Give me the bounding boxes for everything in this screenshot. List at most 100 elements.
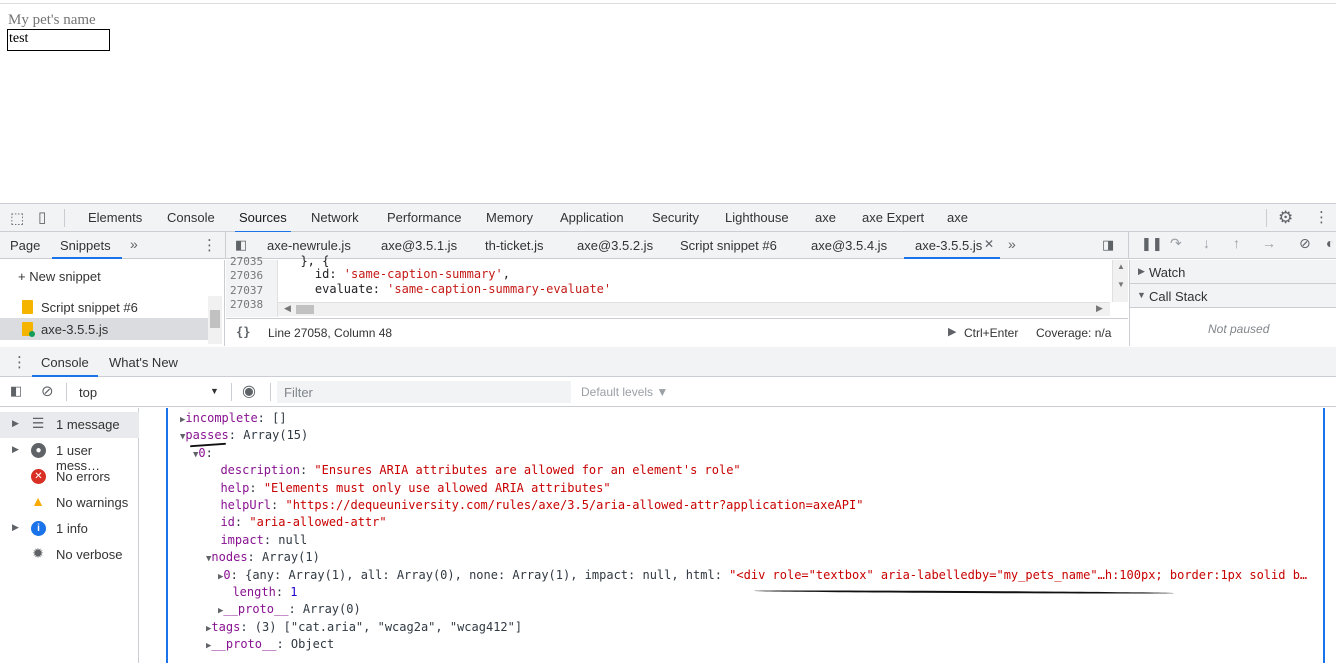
tab-elements[interactable]: Elements [88, 210, 142, 225]
divider [231, 383, 232, 401]
tab-performance[interactable]: Performance [387, 210, 461, 225]
context-selector[interactable]: top ▼ [70, 381, 224, 403]
sidebar-filter-bug[interactable]: ✹ No verbose [0, 542, 139, 568]
call-stack-section[interactable]: ▼ Call Stack [1130, 284, 1336, 308]
toggle-navigator-icon[interactable]: ◧ [235, 237, 247, 253]
close-tab-icon[interactable]: ✕ [984, 237, 994, 251]
code-line: id: 'same-caption-summary', [286, 267, 510, 281]
nav-tab-snippets[interactable]: Snippets [60, 238, 111, 253]
nav-tab-page[interactable]: Page [10, 238, 40, 253]
console-object-property[interactable]: ▶tags: (3) ["cat.aria", "wcag2a", "wcag4… [206, 620, 522, 637]
new-snippet-button[interactable]: + New snippet [18, 269, 101, 284]
console-object-property[interactable]: ▼nodes: Array(1) [206, 550, 320, 567]
snippet-item-script-6[interactable]: Script snippet #6 [0, 296, 208, 318]
scroll-down-icon[interactable]: ▼ [1117, 280, 1125, 289]
bug-icon: ✹ [32, 545, 44, 561]
settings-gear-icon[interactable]: ⚙ [1278, 208, 1293, 228]
sidebar-filter-info[interactable]: ▶ i 1 info [0, 516, 139, 542]
tab-sources[interactable]: Sources [235, 210, 291, 233]
expand-arrow-icon[interactable]: ▶ [12, 522, 19, 533]
drawer-menu-icon[interactable]: ⋮ [12, 353, 27, 371]
console-object-property[interactable]: ▶0: {any: Array(1), all: Array(0), none:… [218, 568, 1307, 585]
toggle-debugger-icon[interactable]: ◨ [1102, 237, 1114, 253]
sidebar-filter-warning[interactable]: ▲ No warnings [0, 490, 139, 516]
file-tab-axe-355[interactable]: axe-3.5.5.js [915, 238, 982, 253]
code-editor[interactable]: 27035 27036 27037 27038 }, { id: 'same-c… [226, 254, 1128, 317]
tab-security[interactable]: Security [652, 210, 699, 225]
divider [66, 383, 67, 401]
html-snippet-value: "<div role="textbox" aria-labelledby="my… [729, 567, 1308, 582]
property-key: id [220, 515, 235, 530]
expand-arrow-icon[interactable]: ▶ [12, 418, 19, 429]
watch-label: Watch [1149, 265, 1186, 280]
filter-input[interactable]: Filter [277, 381, 571, 403]
tab-network[interactable]: Network [311, 210, 359, 225]
navigator-scrollbar[interactable] [208, 296, 222, 344]
file-tab-axe-351[interactable]: axe@3.5.1.js [381, 238, 457, 253]
inspect-element-icon[interactable]: ⬚ [10, 209, 24, 227]
editor-vertical-scrollbar[interactable]: ▲ ▼ [1112, 260, 1128, 302]
property-key: __proto__ [211, 637, 277, 652]
scroll-left-icon[interactable]: ◀ [284, 303, 291, 314]
device-toolbar-icon[interactable]: ▯ [38, 208, 46, 226]
pet-name-textbox[interactable]: test [7, 29, 110, 51]
snippet-item-axe-355[interactable]: axe-3.5.5.js [0, 318, 208, 340]
console-object-property[interactable]: ▼0: [193, 446, 220, 463]
drawer-tab-console[interactable]: Console [41, 355, 89, 370]
pretty-print-icon[interactable]: {} [236, 325, 250, 339]
more-files-chevron-icon[interactable]: » [1008, 236, 1016, 252]
clear-console-icon[interactable]: ⊘ [41, 382, 54, 400]
live-expression-eye-icon[interactable]: ◉ [242, 381, 256, 401]
toggle-sidebar-icon[interactable]: ◧ [10, 383, 22, 399]
step-icon[interactable]: → [1262, 235, 1276, 251]
sidebar-filter-user[interactable]: ▶ ● 1 user mess… [0, 438, 139, 473]
step-into-icon[interactable]: ↓ [1203, 235, 1210, 251]
run-shortcut: Ctrl+Enter [964, 326, 1019, 340]
scrollbar-thumb[interactable] [296, 305, 314, 314]
file-tab-script-snippet[interactable]: Script snippet #6 [680, 238, 777, 253]
expand-arrow-icon[interactable]: ▶ [12, 444, 19, 455]
more-tabs-chevron-icon[interactable]: » [130, 236, 138, 252]
filter-placeholder: Filter [284, 385, 313, 400]
pet-name-label: My pet's name [8, 12, 96, 28]
step-over-icon[interactable]: ↷ [1170, 235, 1182, 252]
property-key: description [220, 463, 300, 478]
navigator-menu-icon[interactable]: ⋮ [202, 236, 217, 254]
scroll-right-icon[interactable]: ▶ [1096, 303, 1103, 314]
file-tab-axe-354[interactable]: axe@3.5.4.js [811, 238, 887, 253]
tab-application[interactable]: Application [560, 210, 624, 225]
tab-lighthouse[interactable]: Lighthouse [725, 210, 789, 225]
tab-axe-expert[interactable]: axe Expert [862, 210, 924, 225]
tab-axe-2[interactable]: axe [947, 210, 968, 225]
console-object-property[interactable]: ▶incomplete: [] [180, 411, 287, 428]
scrollbar-thumb[interactable] [210, 310, 220, 328]
pause-icon[interactable]: ❚❚ [1141, 236, 1163, 252]
property-key: help [220, 480, 250, 495]
deactivate-breakpoints-icon[interactable]: ⊘ [1299, 235, 1311, 252]
file-tab-axe-newrule[interactable]: axe-newrule.js [267, 238, 351, 253]
sidebar-filter-list[interactable]: ▶ ☰ 1 message [0, 412, 139, 438]
console-object-property[interactable]: ▶__proto__: Object [206, 637, 334, 654]
pause-on-exceptions-icon[interactable]: ◐ [1326, 235, 1334, 251]
file-tab-axe-352[interactable]: axe@3.5.2.js [577, 238, 653, 253]
step-out-icon[interactable]: ↑ [1233, 235, 1240, 251]
drawer-tab-whats-new[interactable]: What's New [109, 355, 178, 370]
watch-section[interactable]: ▶ Watch [1130, 260, 1336, 284]
editor-status-bar: {} Line 27058, Column 48 ▶ Ctrl+Enter Co… [226, 318, 1128, 346]
scroll-up-icon[interactable]: ▲ [1117, 262, 1125, 271]
property-value: null [278, 532, 308, 547]
console-output[interactable]: ▶incomplete: [] ▼passes: Array(15) ▼0: des… [166, 408, 1325, 663]
console-object-property[interactable]: ▶__proto__: Array(0) [218, 602, 361, 619]
run-snippet-icon[interactable]: ▶ [948, 325, 956, 338]
tab-memory[interactable]: Memory [486, 210, 533, 225]
file-tab-th-ticket[interactable]: th-ticket.js [485, 238, 544, 253]
more-options-icon[interactable]: ⋮ [1314, 208, 1329, 226]
tab-axe[interactable]: axe [815, 210, 836, 225]
sidebar-filter-error[interactable]: ✕ No errors [0, 464, 139, 490]
console-sidebar: ▶ ☰ 1 message ▶ ● 1 user mess… ✕ No errors ▲ No w… [0, 408, 139, 663]
log-levels-dropdown[interactable]: Default levels ▼ [581, 385, 668, 399]
editor-horizontal-scrollbar[interactable]: ◀ ▶ [278, 302, 1110, 316]
console-object-property[interactable]: ▼passes: Array(15) [180, 428, 308, 445]
tab-console[interactable]: Console [167, 210, 215, 225]
property-value: Array(15) [243, 428, 309, 443]
